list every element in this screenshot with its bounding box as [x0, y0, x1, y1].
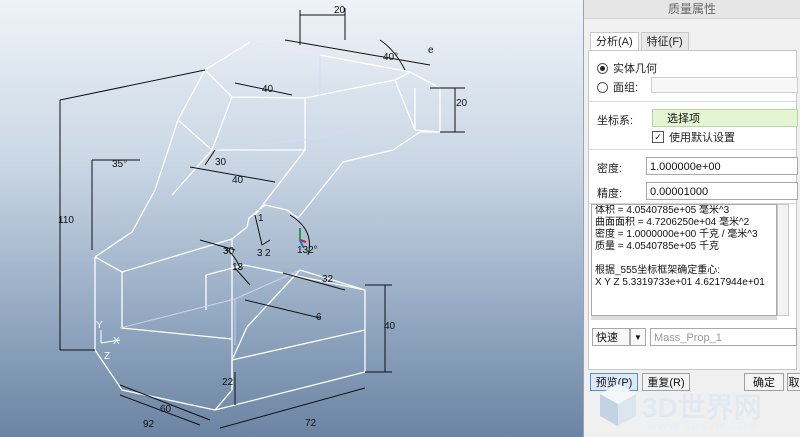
dialog-title: 质量属性: [584, 0, 800, 19]
quilt-label: 面组:: [613, 82, 639, 94]
quilt-field[interactable]: [651, 77, 798, 93]
quilt-option[interactable]: 面组:: [597, 79, 638, 95]
dim-30-mid: 30: [215, 157, 227, 168]
results-vertical-scrollbar[interactable]: [777, 204, 789, 316]
checkmark-icon[interactable]: ✓: [652, 131, 664, 143]
radio-selected-icon[interactable]: [597, 62, 608, 74]
dim-angle-40: 40°: [383, 52, 399, 63]
tab-feature[interactable]: 特征(F): [640, 32, 689, 50]
density-input[interactable]: 1.000000e+00: [646, 157, 798, 175]
result-line: 体积 = 4.0540785e+05 毫米^3: [595, 205, 730, 216]
dim-32: 32: [322, 274, 334, 285]
model-edges: [94, 41, 441, 411]
dim-40-mid: 40: [232, 175, 244, 186]
dim-e: e: [428, 45, 434, 56]
mode-select[interactable]: 快速: [592, 328, 630, 346]
result-line: [592, 253, 776, 265]
result-line: X Y Z 5.3319733e+01 4.6217944e+01: [595, 277, 765, 288]
watermark-cube-icon: [600, 384, 636, 426]
coord-select-field[interactable]: 选择项: [652, 109, 798, 127]
accuracy-label: 精度:: [597, 188, 623, 200]
dim-top-20: 20: [334, 5, 346, 16]
use-default-label: 使用默认设置: [669, 132, 735, 144]
result-line: 质量 = 4.0540785e+05 千克: [595, 241, 719, 252]
chevron-down-icon[interactable]: ▼: [630, 328, 646, 346]
dim-1: 1: [258, 213, 264, 224]
accuracy-input[interactable]: 0.00001000: [646, 182, 798, 200]
result-line: 根据_555坐标框架确定重心:: [595, 265, 721, 276]
axis-z-label: Z: [104, 351, 111, 362]
axis-y-label: Y: [96, 320, 103, 331]
solid-geometry-label: 实体几何: [613, 63, 657, 75]
dim-6: 6: [316, 312, 322, 323]
coord-label: 坐标系:: [597, 115, 634, 127]
watermark-url: WWW.3DSJW.COM: [646, 420, 758, 432]
dim-13: 13: [232, 262, 244, 273]
results-box: 体积 = 4.0540785e+05 毫米^3 曲面面积 = 4.7206250…: [591, 204, 777, 316]
solid-geometry-option[interactable]: 实体几何: [597, 60, 657, 76]
dim-angle-35: 35°: [112, 159, 128, 170]
result-line: 曲面面积 = 4.7206250e+04 毫米^2: [595, 217, 750, 228]
dim-height-110: 110: [58, 215, 74, 226]
divider: [589, 101, 796, 102]
cancel-button[interactable]: 取: [787, 373, 800, 391]
divider: [589, 149, 796, 150]
use-default-option[interactable]: ✓ 使用默认设置: [652, 129, 735, 145]
tab-analysis[interactable]: 分析(A): [590, 32, 639, 50]
analysis-name-input[interactable]: Mass_Prop_1: [650, 328, 797, 346]
results-horizontal-scrollbar[interactable]: [591, 316, 777, 320]
dim-40-top: 40: [262, 84, 274, 95]
radio-empty-icon[interactable]: [597, 81, 608, 93]
mass-properties-dialog: 质量属性 分析(A) 特征(F) 实体几何 面组: 坐标系: 选择项 ✓ 使用默…: [583, 0, 800, 437]
dim-angle-132: 132°: [297, 245, 318, 256]
dim-right-20: 20: [456, 98, 468, 109]
axis-x-label: X: [113, 336, 120, 347]
result-line: 密度 = 1.0000000e+00 千克 / 毫米^3: [595, 229, 758, 240]
dim-2: 2: [265, 248, 271, 259]
model-viewport[interactable]: 20 40° 20 35° 110 30 13 3 2 1 132° 32 6 …: [0, 0, 583, 437]
dim-30: 30: [223, 246, 235, 257]
wireframe-model: [59, 8, 465, 429]
density-label: 密度:: [597, 163, 623, 175]
dim-3: 3: [257, 248, 263, 259]
dim-width-60: 60: [160, 404, 172, 415]
dim-height-22: 22: [222, 377, 234, 388]
tab-bar: 分析(A) 特征(F): [590, 32, 691, 50]
dim-width-72: 72: [305, 418, 317, 429]
dim-width-92: 92: [143, 419, 155, 430]
dim-height-40: 40: [384, 321, 396, 332]
